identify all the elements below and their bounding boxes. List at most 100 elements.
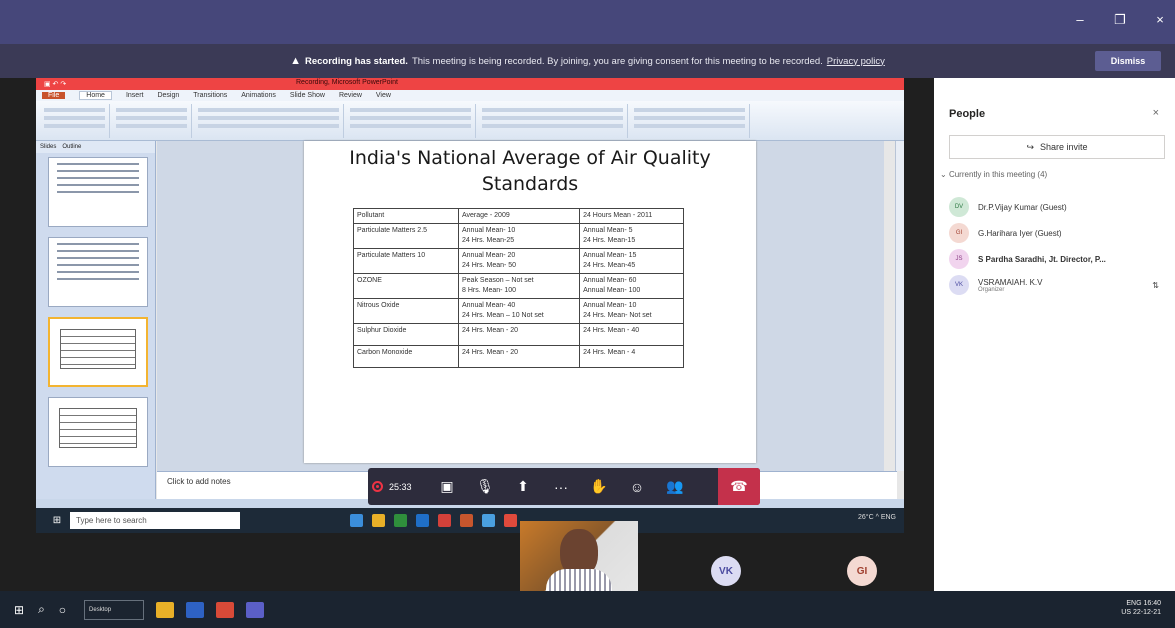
vertical-scrollbar[interactable] xyxy=(895,141,904,471)
tab-file[interactable]: File xyxy=(42,92,66,99)
shared-screen: ▣ ↶ ↷ Recording, Microsoft PowerPoint Fi… xyxy=(36,78,904,533)
table-cell: Sulphur Dioxide xyxy=(353,323,459,346)
share-invite-label: Share invite xyxy=(1040,142,1088,152)
share-invite-button[interactable]: ↪ Share invite xyxy=(949,135,1165,159)
tab-home[interactable]: Home xyxy=(79,91,112,100)
table-cell: Annual Mean- 20 24 Hrs. Mean- 50 xyxy=(457,248,581,274)
app-icon[interactable] xyxy=(350,514,363,527)
hang-up-icon: ☎ xyxy=(730,478,748,494)
table-cell: OZONE xyxy=(353,273,459,299)
participant-name-text: G.Harihara Iyer (Guest) xyxy=(978,228,1062,238)
table-cell: 24 Hrs. Mean - 40 xyxy=(579,323,684,346)
participant-name: VSRAMAIAH. K.V Organizer xyxy=(978,278,1042,293)
tray-line-1: ENG 16:40 xyxy=(1126,600,1161,607)
share-icon: ↪ xyxy=(1026,141,1034,152)
minimize-button[interactable]: – xyxy=(1073,12,1087,28)
participant-row[interactable]: DV Dr.P.Vijay Kumar (Guest) xyxy=(949,196,1171,218)
sharing-icon: ⇅ xyxy=(1152,280,1159,290)
slide-canvas: India's National Average of Air Quality … xyxy=(157,141,884,471)
participant-row[interactable]: JS S Pardha Saradhi, Jt. Director, P... xyxy=(949,248,1171,270)
participants-button[interactable]: 👥 xyxy=(656,468,694,505)
slide-thumbnail[interactable] xyxy=(48,157,148,227)
windows-start-icon[interactable]: ⊞ xyxy=(46,515,68,526)
in-meeting-header[interactable]: ⌄ Currently in this meeting (4) xyxy=(940,170,1047,179)
teams-icon[interactable] xyxy=(246,601,265,618)
slide-title-line2: Standards xyxy=(481,173,579,195)
teams-titlebar: – ❐ × xyxy=(0,0,1175,44)
table-row: Nitrous Oxide Annual Mean- 40 24 Hrs. Mea… xyxy=(353,298,684,324)
slide-thumbnail[interactable] xyxy=(48,237,148,307)
editing-group[interactable] xyxy=(630,104,750,138)
app-icon[interactable] xyxy=(504,514,517,527)
table-cell: 24 Hrs. Mean - 20 xyxy=(457,345,581,368)
microphone-icon: 🎙 xyxy=(476,478,494,494)
tray-line-2: US 22-12-21 xyxy=(1121,609,1161,616)
person-shirt xyxy=(546,569,612,591)
chrome-icon[interactable] xyxy=(216,601,235,618)
clipboard-group[interactable] xyxy=(40,104,110,138)
share-button[interactable]: ⬆ xyxy=(504,468,542,505)
windows-start-icon[interactable]: ⊞ xyxy=(14,603,24,617)
mic-button[interactable]: 🎙 xyxy=(466,468,504,505)
taskbar-search-input[interactable]: Type here to search xyxy=(70,512,240,529)
tab-outline[interactable]: Outline xyxy=(62,144,81,150)
participant-avatar-vk[interactable]: VK xyxy=(711,556,741,586)
tab-view[interactable]: View xyxy=(376,92,391,99)
slides-group[interactable] xyxy=(112,104,192,138)
tab-transitions[interactable]: Transitions xyxy=(193,92,227,99)
recording-icon xyxy=(372,481,383,492)
font-group[interactable] xyxy=(194,104,344,138)
powerpoint-title: Recording, Microsoft PowerPoint xyxy=(296,79,398,86)
close-panel-icon[interactable]: × xyxy=(1153,107,1159,119)
tab-slides[interactable]: Slides xyxy=(40,144,56,150)
slide-title-line1: India's National Average of Air Quality xyxy=(349,147,711,169)
table-cell: Annual Mean- 10 24 Hrs. Mean- Not set xyxy=(579,298,684,324)
slide-thumbnail[interactable] xyxy=(48,397,148,467)
raise-hand-button[interactable]: ✋ xyxy=(580,468,618,505)
warning-icon: ▲ xyxy=(290,55,301,67)
participant-avatar-gi[interactable]: GI xyxy=(847,556,877,586)
more-actions-button[interactable]: ··· xyxy=(542,468,580,505)
table-cell: Annual Mean- 5 24 Hrs. Mean-15 xyxy=(579,223,684,249)
tab-animations[interactable]: Animations xyxy=(241,92,276,99)
desktop-box[interactable]: Desktop xyxy=(84,599,145,620)
app-icon[interactable] xyxy=(372,514,385,527)
close-window-button[interactable]: × xyxy=(1153,12,1167,28)
dismiss-button[interactable]: Dismiss xyxy=(1095,51,1161,71)
drawing-group[interactable] xyxy=(478,104,628,138)
people-panel: People × ↪ Share invite ⌄ Currently in t… xyxy=(934,78,1175,591)
slide-thumbnail-selected[interactable] xyxy=(48,317,148,387)
participant-name: Dr.P.Vijay Kumar (Guest) xyxy=(978,203,1067,212)
file-explorer-icon[interactable] xyxy=(156,601,175,618)
privacy-policy-link[interactable]: Privacy policy xyxy=(827,56,885,67)
more-icon: ··· xyxy=(554,478,568,495)
search-icon[interactable]: ⌕ xyxy=(38,602,45,617)
leave-button[interactable]: ☎ xyxy=(718,468,760,505)
table-row: Sulphur Dioxide 24 Hrs. Mean - 20 24 Hrs. … xyxy=(353,323,684,346)
current-slide[interactable]: India's National Average of Air Quality … xyxy=(304,141,756,463)
tab-design[interactable]: Design xyxy=(157,92,179,99)
participant-row[interactable]: GI G.Harihara Iyer (Guest) xyxy=(949,222,1171,244)
chat-icon: ☺ xyxy=(629,478,645,495)
timer-text: 25:33 xyxy=(389,481,412,492)
chat-button[interactable]: ☺ xyxy=(618,468,656,505)
participant-row[interactable]: ⇅ VK VSRAMAIAH. K.V Organizer xyxy=(949,274,1171,296)
app-icon[interactable] xyxy=(482,514,495,527)
tab-slide-show[interactable]: Slide Show xyxy=(290,92,325,99)
app-icon[interactable] xyxy=(460,514,473,527)
app-icon[interactable] xyxy=(394,514,407,527)
tab-insert[interactable]: Insert xyxy=(126,92,144,99)
air-quality-table: Pollutant Average - 2009 24 Hours Mean -… xyxy=(353,208,684,368)
paragraph-group[interactable] xyxy=(346,104,476,138)
powerpoint-titlebar: ▣ ↶ ↷ Recording, Microsoft PowerPoint xyxy=(36,78,904,90)
camera-off-button[interactable]: ▣ xyxy=(428,468,466,505)
app-icon[interactable] xyxy=(416,514,429,527)
participant-name-text: S Pardha Saradhi, Jt. Director, P... xyxy=(978,254,1106,264)
cortana-icon[interactable]: ○ xyxy=(59,603,66,617)
app-icon[interactable] xyxy=(438,514,451,527)
ribbon-tabs: File Home Insert Design Transitions Anim… xyxy=(36,90,904,101)
outlook-icon[interactable] xyxy=(186,601,205,618)
tab-review[interactable]: Review xyxy=(339,92,362,99)
maximize-button[interactable]: ❐ xyxy=(1113,12,1127,28)
participant-video[interactable] xyxy=(520,521,638,591)
